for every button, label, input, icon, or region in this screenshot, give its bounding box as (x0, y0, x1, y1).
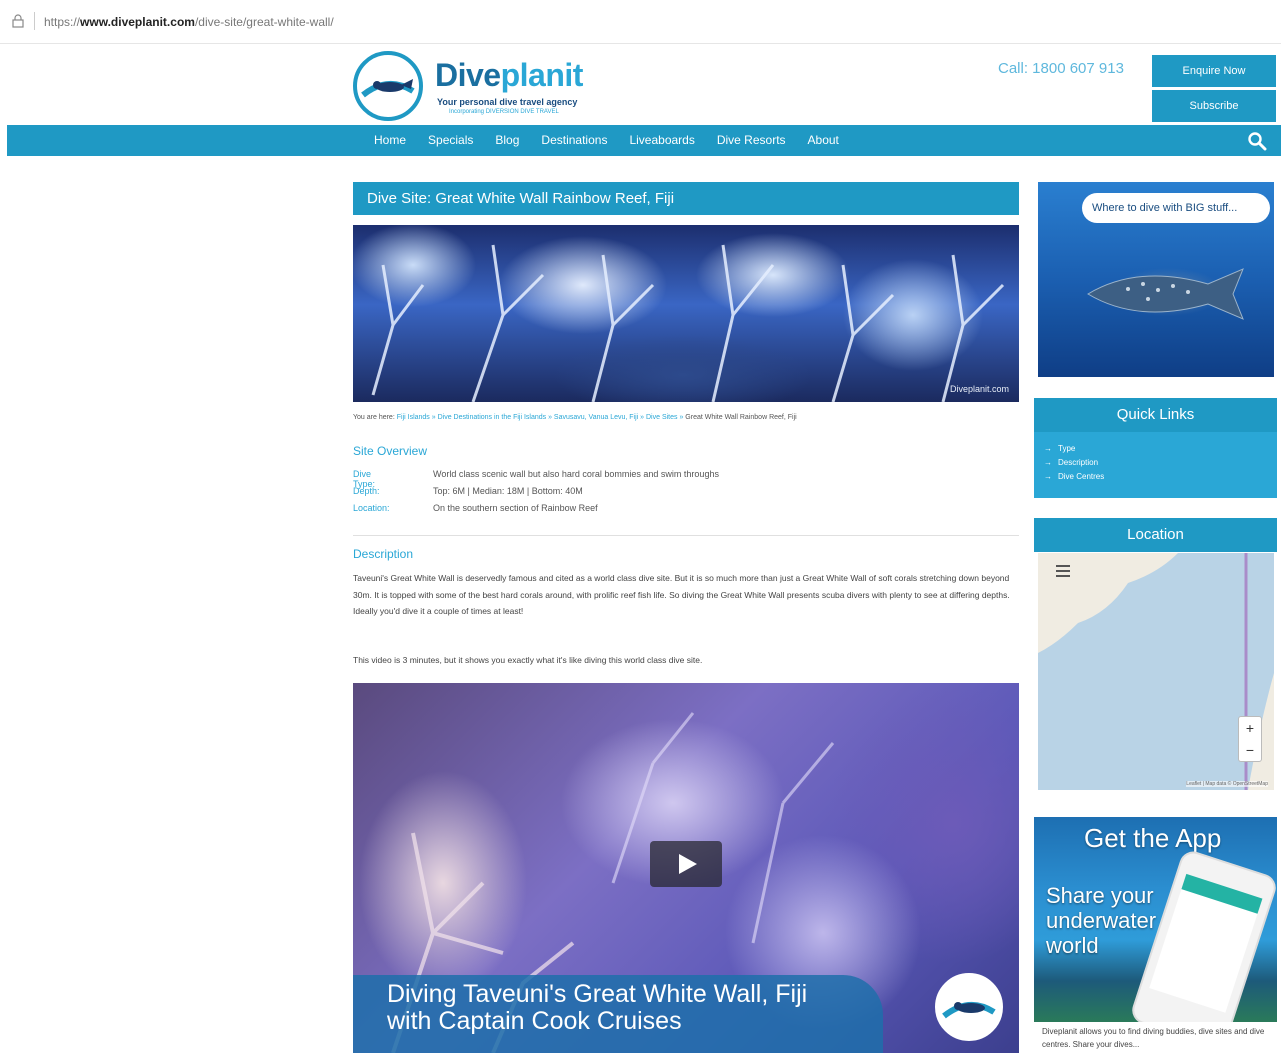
logo-tagline: Your personal dive travel agency (437, 97, 578, 107)
app-description: Diveplanit allows you to find diving bud… (1042, 1027, 1265, 1049)
zoom-in-button[interactable]: + (1239, 717, 1261, 739)
logo-subtagline: Incorporating DIVERSION DIVE TRAVEL (449, 109, 559, 115)
nav-item-destinations[interactable]: Destinations (541, 125, 607, 156)
breadcrumb-current: Great White Wall Rainbow Reef, Fiji (685, 414, 797, 421)
search-icon[interactable] (1247, 131, 1267, 151)
hero-coral-image: Diveplanit.com (353, 225, 1019, 402)
phone-app-bar (1181, 873, 1263, 914)
whale-shark-graphic (1087, 268, 1244, 320)
nav-item-home[interactable]: Home (374, 125, 406, 156)
play-icon[interactable] (650, 841, 722, 887)
site-overview-heading: Site Overview (353, 444, 428, 458)
app-title: Get the App (1084, 823, 1222, 853)
location-map[interactable]: + − Leaflet | Map data © OpenStreetMap (1038, 553, 1274, 790)
description-heading: Description (353, 547, 414, 561)
nav-item-dive-resorts[interactable]: Dive Resorts (717, 125, 786, 156)
location-heading: Location (1034, 518, 1277, 552)
nav-item-specials[interactable]: Specials (428, 125, 473, 156)
section-divider (353, 535, 1019, 536)
site-logo[interactable]: Diveplanit Your personal dive travel age… (353, 51, 593, 121)
zoom-out-button[interactable]: − (1239, 739, 1261, 761)
map-zoom-control: + − (1238, 716, 1262, 762)
phone-screen (1149, 873, 1263, 1013)
app-share-text: Share your underwater world (1046, 883, 1157, 958)
video-caption: Diving Taveuni's Great White Wall, Fiji … (387, 980, 808, 1035)
video-intro-paragraph: This video is 3 minutes, but it shows yo… (353, 655, 703, 665)
image-credit: Diveplanit.com (949, 384, 1009, 394)
quick-link-description[interactable]: Description (1044, 456, 1277, 470)
ad-speech-bubble: Where to dive with BIG stuff... (1082, 193, 1270, 223)
nav-item-about[interactable]: About (808, 125, 839, 156)
call-phone-link[interactable]: Call: 1800 607 913 (998, 60, 1124, 77)
coral-branches-graphic (371, 244, 1005, 402)
url-separator (34, 12, 35, 30)
quick-link-dive-centres[interactable]: Dive Centres (1044, 470, 1277, 484)
page-title: Dive Site: Great White Wall Rainbow Reef… (353, 182, 1019, 215)
quick-links-heading: Quick Links (1034, 398, 1277, 432)
url-text[interactable]: https://www.diveplanit.com/dive-site/gre… (44, 15, 334, 29)
nav-item-blog[interactable]: Blog (495, 125, 519, 156)
big-stuff-ad[interactable]: Where to dive with BIG stuff... (1038, 182, 1274, 377)
video-logo-icon (935, 973, 1003, 1041)
diver-logo-icon (353, 51, 423, 121)
lock-icon (12, 14, 24, 28)
breadcrumb-links[interactable]: Fiji Islands » Dive Destinations in the … (397, 414, 686, 421)
main-nav: Home Specials Blog Destinations Liveaboa… (7, 125, 1281, 156)
video-player[interactable]: Diving Taveuni's Great White Wall, Fiji … (353, 683, 1019, 1053)
quick-link-type[interactable]: Type (1044, 442, 1277, 456)
map-menu-icon[interactable] (1056, 565, 1070, 577)
get-the-app-ad[interactable]: Get the App Share your underwater world (1034, 817, 1277, 1022)
quick-links-list: Type Description Dive Centres (1034, 432, 1277, 498)
enquire-now-button[interactable]: Enquire Now (1152, 55, 1276, 87)
logo-wordmark: Diveplanit (435, 57, 583, 93)
description-paragraph: Taveuni's Great White Wall is deservedly… (353, 573, 1010, 616)
subscribe-button[interactable]: Subscribe (1152, 90, 1276, 122)
map-attribution[interactable]: Leaflet | Map data © OpenStreetMap (1186, 781, 1268, 787)
browser-url-bar[interactable]: https://www.diveplanit.com/dive-site/gre… (0, 0, 1281, 44)
breadcrumb: You are here: Fiji Islands » Dive Destin… (353, 414, 797, 421)
nav-item-liveaboards[interactable]: Liveaboards (629, 125, 694, 156)
